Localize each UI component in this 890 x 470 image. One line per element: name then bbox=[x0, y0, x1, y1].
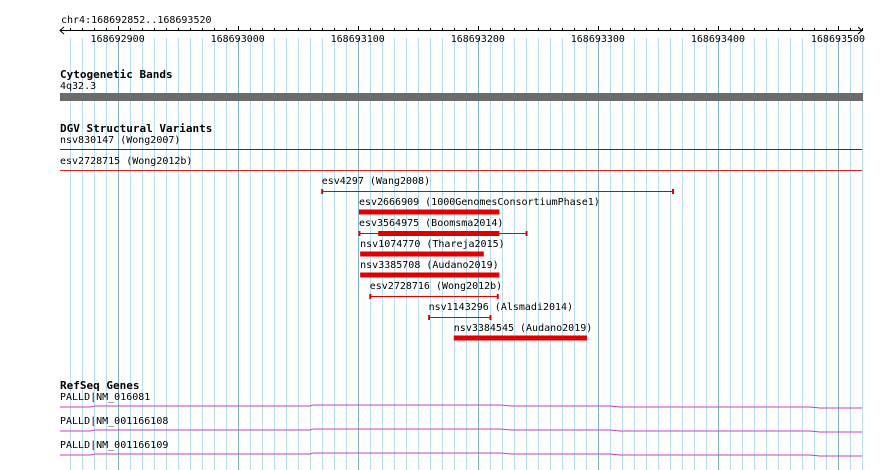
gene-line bbox=[60, 428, 862, 433]
gene-line bbox=[60, 404, 862, 409]
dgv-feature-bar bbox=[360, 272, 500, 278]
cytoband-bar bbox=[60, 93, 863, 101]
gene-line bbox=[60, 452, 862, 457]
dgv-feature-bar bbox=[378, 231, 500, 236]
track-graphics bbox=[59, 26, 863, 457]
dgv-feature-bar bbox=[360, 251, 484, 257]
dgv-feature-bar bbox=[453, 335, 588, 341]
dgv-feature-bar bbox=[358, 209, 500, 215]
